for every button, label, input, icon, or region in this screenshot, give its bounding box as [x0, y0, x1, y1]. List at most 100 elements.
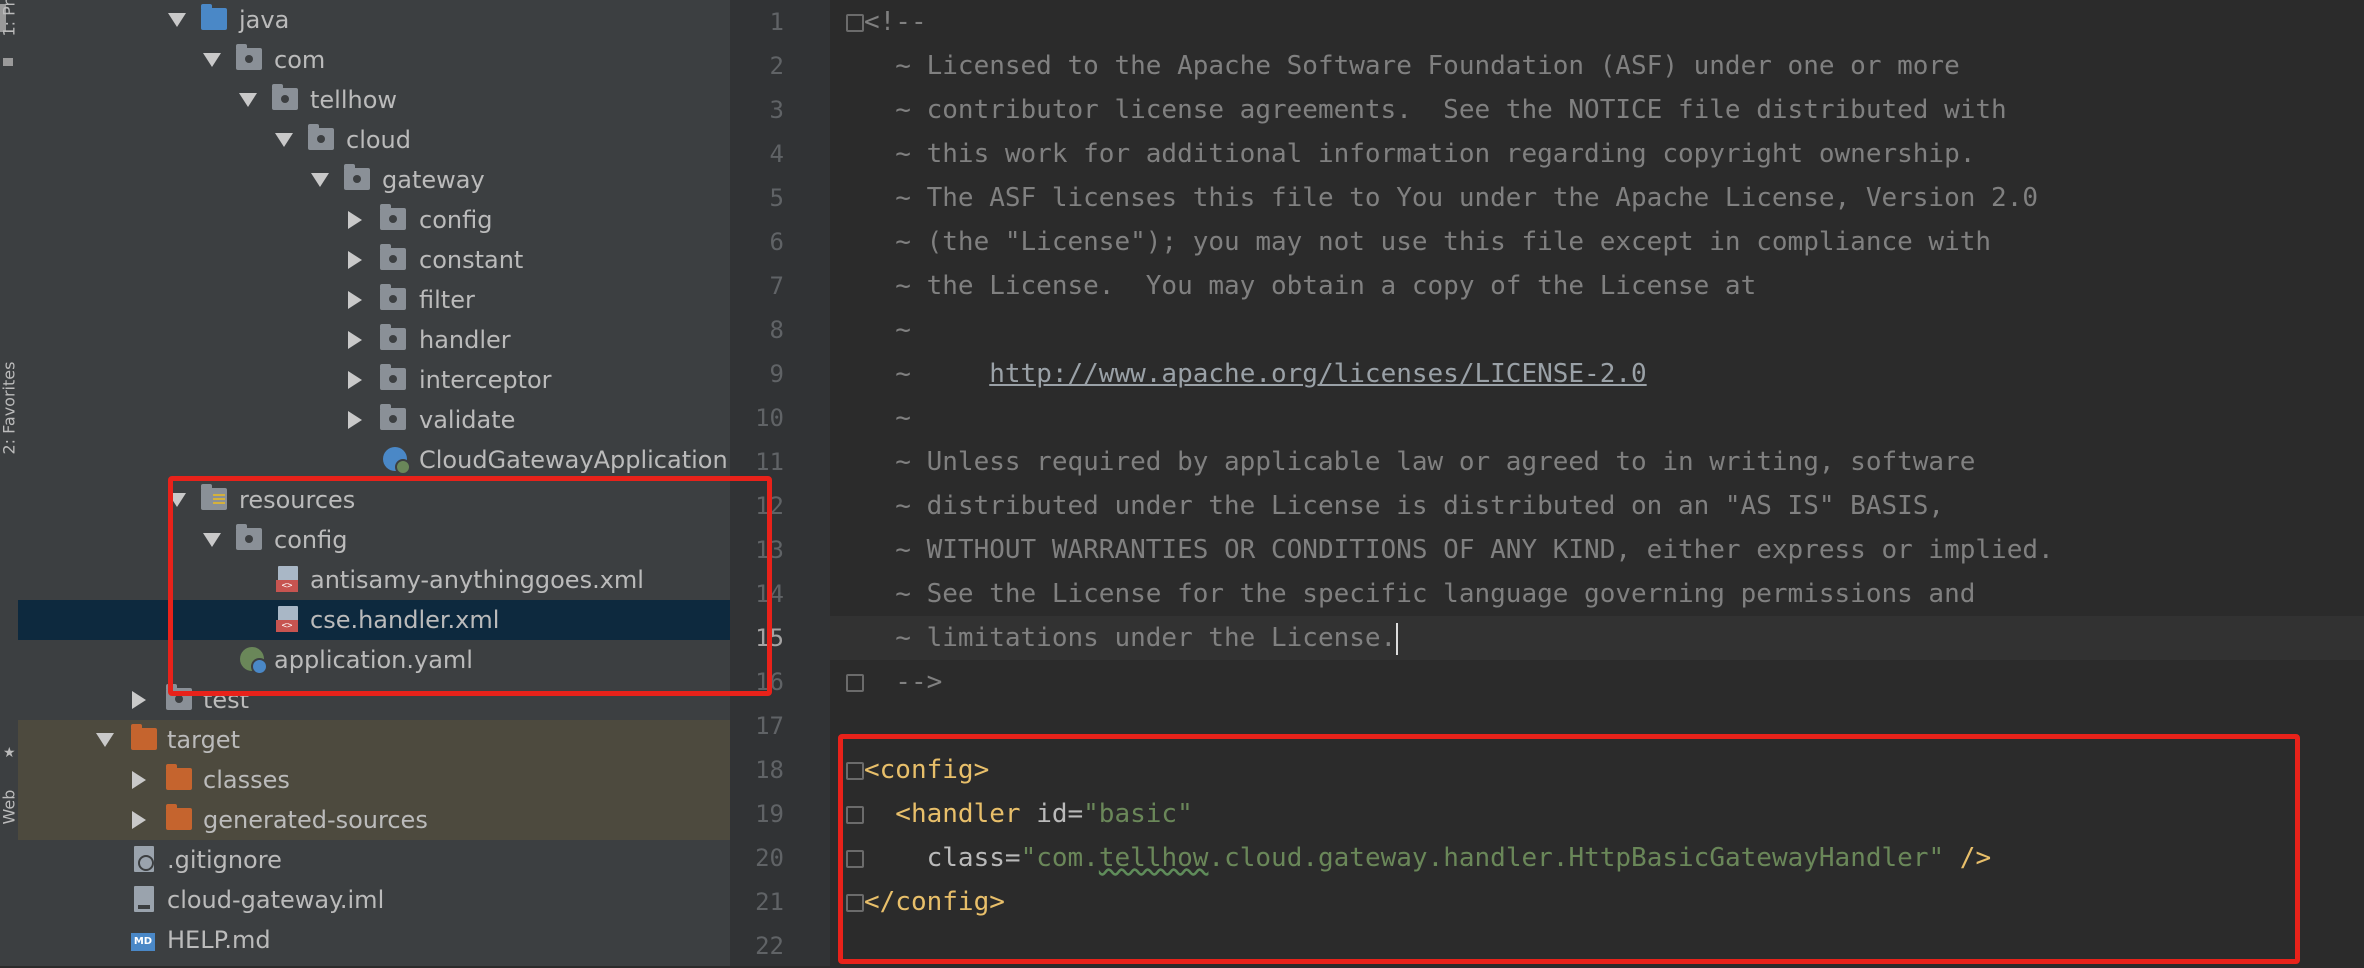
excluded-folder-icon — [166, 804, 192, 830]
web-tool-tab[interactable]: Web — [0, 790, 19, 825]
excluded-folder-icon — [166, 764, 192, 790]
tree-item-label: tellhow — [310, 86, 398, 114]
line-number: 2 — [769, 52, 784, 80]
code-line: ~ distributed under the License is distr… — [864, 491, 1945, 521]
tree-item-java[interactable]: java — [18, 0, 730, 40]
chevron-right-icon[interactable] — [348, 291, 362, 309]
chevron-right-icon[interactable] — [132, 811, 146, 829]
line-number: 6 — [769, 228, 784, 256]
tree-item-classes[interactable]: classes — [18, 760, 730, 800]
line-number: 21 — [755, 888, 784, 916]
code-line: ~ this work for additional information r… — [864, 139, 1976, 169]
code-line: ~ the License. You may obtain a copy of … — [864, 271, 1757, 301]
chevron-down-icon[interactable] — [275, 133, 293, 147]
tree-item-cloud[interactable]: cloud — [18, 120, 730, 160]
chevron-right-icon[interactable] — [348, 411, 362, 429]
package-icon — [380, 204, 406, 230]
package-icon — [380, 324, 406, 350]
chevron-right-icon[interactable] — [132, 691, 146, 709]
tree-item-target[interactable]: target — [18, 720, 730, 760]
chevron-right-icon[interactable] — [348, 211, 362, 229]
tree-item-gateway[interactable]: gateway — [18, 160, 730, 200]
package-icon — [380, 244, 406, 270]
tree-item-label: validate — [419, 406, 516, 434]
project-tool-icon — [3, 58, 13, 66]
code-line: <!-- — [864, 7, 927, 37]
favorites-tool-tab[interactable]: 2: Favorites — [0, 362, 19, 455]
fold-marker-icon[interactable] — [846, 674, 864, 692]
chevron-right-icon[interactable] — [348, 331, 362, 349]
chevron-right-icon[interactable] — [348, 251, 362, 269]
package-icon — [272, 84, 298, 110]
line-number: 19 — [755, 800, 784, 828]
chevron-down-icon[interactable] — [311, 173, 329, 187]
tree-item-label: classes — [203, 766, 290, 794]
tree-item-help-md[interactable]: MD HELP.md — [18, 920, 730, 960]
tree-item-tellhow[interactable]: tellhow — [18, 80, 730, 120]
favorites-star-icon: ★ — [3, 745, 16, 761]
line-number: 10 — [755, 404, 784, 432]
tree-item-label: handler — [419, 326, 511, 354]
chevron-right-icon[interactable] — [348, 371, 362, 389]
tree-item-label: generated-sources — [203, 806, 428, 834]
chevron-down-icon[interactable] — [239, 93, 257, 107]
chevron-down-icon[interactable] — [96, 733, 114, 747]
chevron-down-icon[interactable] — [168, 13, 186, 27]
line-number: 20 — [755, 844, 784, 872]
text-caret — [1396, 622, 1399, 655]
line-number: 7 — [769, 272, 784, 300]
tree-item-label: target — [167, 726, 240, 754]
code-line-current: ~ limitations under the License. — [864, 616, 1399, 660]
spring-class-icon — [383, 447, 411, 475]
tree-item-cloudgatewayapplication[interactable]: CloudGatewayApplication — [18, 440, 730, 480]
iml-file-icon — [134, 886, 154, 912]
comment-text: ~ limitations under the License. — [864, 623, 1397, 653]
package-icon — [236, 44, 262, 70]
tree-item-label: config — [419, 206, 493, 234]
source-folder-icon — [201, 4, 227, 30]
project-tool-tab[interactable]: 1: Pro — [0, 0, 19, 37]
code-line: ~ WITHOUT WARRANTIES OR CONDITIONS OF AN… — [864, 535, 2054, 565]
line-number: 17 — [755, 712, 784, 740]
tree-item-generated-sources[interactable]: generated-sources — [18, 800, 730, 840]
tree-item-iml[interactable]: cloud-gateway.iml — [18, 880, 730, 920]
package-icon — [380, 284, 406, 310]
tree-item-label: cloud-gateway.iml — [167, 886, 385, 914]
tree-item-validate[interactable]: validate — [18, 400, 730, 440]
line-number: 3 — [769, 96, 784, 124]
line-number: 5 — [769, 184, 784, 212]
tree-item-label: constant — [419, 246, 524, 274]
tree-item-label: com — [274, 46, 326, 74]
tool-window-strip: 1: Pro 2: Favorites ★ Web — [0, 0, 19, 966]
tree-item-com[interactable]: com — [18, 40, 730, 80]
tree-item-constant[interactable]: constant — [18, 240, 730, 280]
code-line: ~ See the License for the specific langu… — [864, 579, 1976, 609]
package-icon — [380, 404, 406, 430]
tree-item-label: cloud — [346, 126, 411, 154]
package-icon — [344, 164, 370, 190]
code-line: ~ http://www.apache.org/licenses/LICENSE… — [864, 352, 1646, 396]
tree-item-interceptor[interactable]: interceptor — [18, 360, 730, 400]
code-line: ~ Licensed to the Apache Software Founda… — [864, 51, 1960, 81]
code-line: ~ contributor license agreements. See th… — [864, 95, 2007, 125]
tree-item-filter[interactable]: filter — [18, 280, 730, 320]
tree-item-config-package[interactable]: config — [18, 200, 730, 240]
tree-item-label: interceptor — [419, 366, 552, 394]
tree-item-handler[interactable]: handler — [18, 320, 730, 360]
line-number: 1 — [769, 8, 784, 36]
chevron-right-icon[interactable] — [132, 771, 146, 789]
ignore-file-icon — [134, 846, 154, 872]
line-number: 22 — [755, 932, 784, 960]
line-number: 8 — [769, 316, 784, 344]
code-line: ~ — [864, 315, 911, 345]
package-icon — [380, 364, 406, 390]
chevron-down-icon[interactable] — [203, 53, 221, 67]
tree-item-label: .gitignore — [167, 846, 282, 874]
markdown-file-icon: MD — [131, 933, 155, 951]
fold-marker-icon[interactable] — [846, 14, 864, 32]
code-line: ~ Unless required by applicable law or a… — [864, 447, 1976, 477]
tree-item-gitignore[interactable]: .gitignore — [18, 840, 730, 880]
line-number: 9 — [769, 360, 784, 388]
license-link[interactable]: http://www.apache.org/licenses/LICENSE-2… — [989, 359, 1646, 389]
tree-item-label: filter — [419, 286, 475, 314]
